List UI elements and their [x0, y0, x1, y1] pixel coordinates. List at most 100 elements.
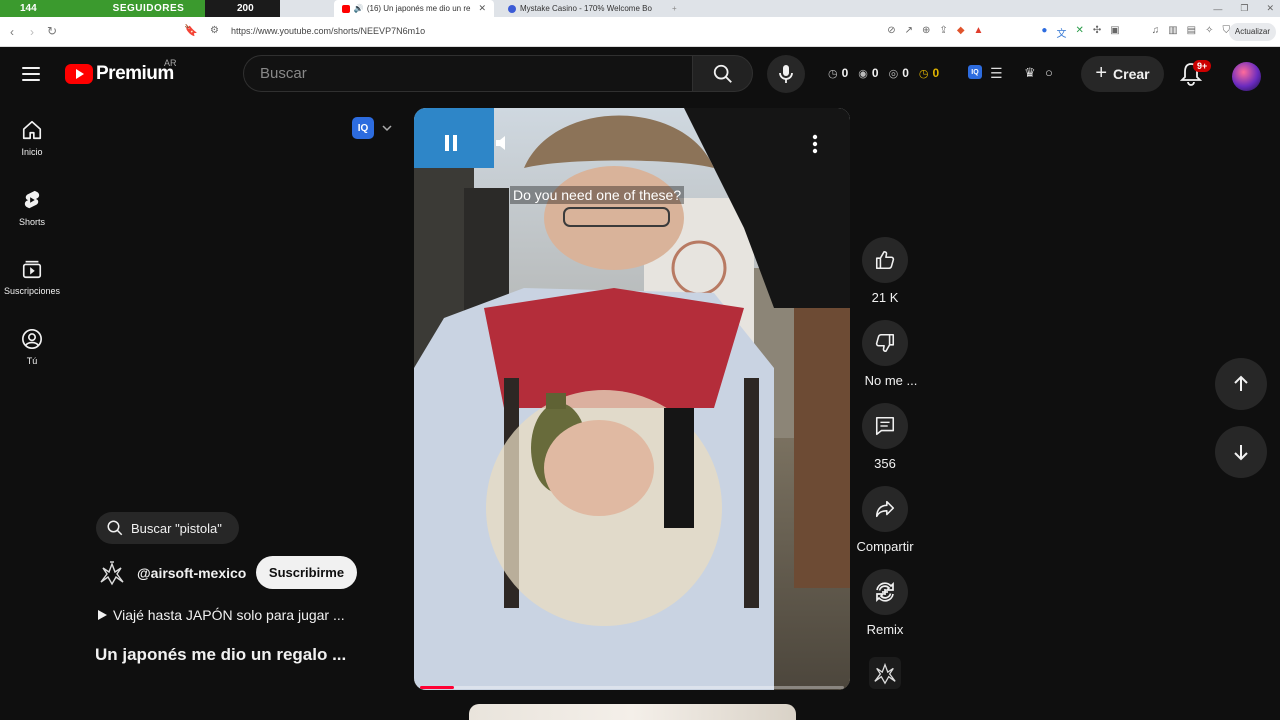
- more-options-icon[interactable]: [812, 134, 818, 159]
- tab-mystake[interactable]: Mystake Casino - 170% Welcome Bo: [500, 0, 660, 17]
- maximize-icon[interactable]: ❐: [1240, 3, 1248, 14]
- close-window-icon[interactable]: ✕: [1266, 3, 1274, 14]
- short-video-player[interactable]: Do you need one of these?: [414, 108, 850, 690]
- queue-list-icon[interactable]: ☰: [990, 65, 1003, 82]
- chat-bubble-icon[interactable]: ○: [1045, 65, 1053, 80]
- eye-icon: ◉: [858, 67, 868, 80]
- create-label: Crear: [1113, 66, 1150, 82]
- next-short-preview[interactable]: [469, 704, 796, 720]
- translate-icon[interactable]: 文: [1056, 25, 1066, 40]
- sidebar-item-inicio[interactable]: Inicio: [0, 119, 64, 157]
- update-button[interactable]: Actualizar: [1228, 23, 1276, 41]
- tab-youtube[interactable]: 🔊 (16) Un japonés me dio un re ✕: [334, 0, 494, 17]
- original-sound-thumbnail[interactable]: [869, 657, 901, 689]
- search-button[interactable]: [692, 55, 753, 92]
- menu-icon[interactable]: [22, 67, 40, 81]
- camera-off-icon[interactable]: ⊘: [887, 25, 895, 40]
- voice-search-button[interactable]: [767, 55, 805, 93]
- youtube-premium-logo[interactable]: Premium AR: [65, 58, 177, 85]
- sidebar-item-tu[interactable]: Tú: [0, 328, 64, 366]
- gold-clock-icon: ◷: [918, 67, 929, 80]
- channel-name[interactable]: @airsoft-mexico: [137, 565, 246, 581]
- dislike-button[interactable]: [862, 320, 908, 366]
- share-icon[interactable]: ⇪: [939, 25, 947, 40]
- subscribe-button[interactable]: Suscribirme: [256, 556, 357, 589]
- sidebar-item-label: Shorts: [18, 217, 45, 227]
- video-progress-fill: [420, 686, 454, 689]
- share-arrow-icon: [875, 500, 895, 518]
- url-text[interactable]: https://www.youtube.com/shorts/NEEVP7N6m…: [231, 26, 425, 36]
- tab-title: Mystake Casino - 170% Welcome Bo: [520, 4, 652, 13]
- like-button[interactable]: [862, 237, 908, 283]
- channel-row: @airsoft-mexico: [96, 557, 246, 589]
- back-icon[interactable]: ‹: [2, 25, 22, 39]
- comments-button[interactable]: [862, 403, 908, 449]
- screenshot-icon[interactable]: ▣: [1110, 25, 1119, 40]
- share-button[interactable]: [862, 486, 908, 532]
- sidebar-toggle-icon[interactable]: ▥: [1168, 25, 1177, 40]
- sidebar-item-shorts[interactable]: Shorts: [0, 189, 64, 227]
- minimize-icon[interactable]: —: [1213, 4, 1222, 14]
- tab-title: (16) Un japonés me dio un re: [366, 4, 471, 13]
- logo-text: Premium: [96, 63, 174, 84]
- leo-icon[interactable]: ✧: [1205, 25, 1213, 40]
- forward-icon[interactable]: ›: [22, 25, 42, 39]
- new-tab-button[interactable]: +: [664, 0, 684, 17]
- shorts-icon: [24, 190, 40, 209]
- stat-gold-clock: ◷ 0: [919, 66, 939, 80]
- next-short-button[interactable]: [1215, 426, 1267, 478]
- puzzle-icon[interactable]: ✣: [1093, 25, 1101, 40]
- media-icon[interactable]: ♫: [1152, 25, 1160, 40]
- extension-icons: ⊘ ↗ ⊕ ⇪ ◆ ▲ ● 文 ✕ ✣ ▣ ♫ ▥ ▤ ✧ ⛉: [887, 25, 1230, 40]
- search-icon: [107, 520, 123, 536]
- search-suggestion-chip[interactable]: Buscar "pistola": [96, 512, 239, 544]
- short-title[interactable]: Un japonés me dio un regalo ...: [95, 645, 346, 665]
- create-button[interactable]: + Crear: [1081, 56, 1164, 92]
- extension-green-icon[interactable]: ✕: [1075, 25, 1083, 40]
- wallet-icon[interactable]: ▤: [1187, 25, 1196, 40]
- stat-value: 0: [932, 66, 940, 80]
- stat-value: 0: [902, 66, 909, 80]
- volume-icon[interactable]: [494, 134, 512, 157]
- youtube-play-icon: [65, 64, 93, 84]
- audio-playing-icon: 🔊: [353, 4, 364, 13]
- sidebar-item-suscripciones[interactable]: Suscripciones: [0, 258, 64, 296]
- thumbs-up-icon: [875, 250, 895, 270]
- pause-icon[interactable]: [444, 134, 458, 157]
- related-video-link[interactable]: Viajé hasta JAPÓN solo para jugar ...: [98, 607, 345, 623]
- remix-icon: [876, 581, 894, 603]
- stat-views-outline: ◎ 0: [889, 66, 909, 80]
- tab-close-icon[interactable]: ✕: [478, 3, 486, 14]
- play-triangle-icon: [98, 610, 107, 620]
- thumbs-down-icon: [875, 333, 895, 353]
- arrow-up-icon: [1234, 375, 1248, 391]
- dislike-action: No me ...: [856, 320, 917, 388]
- related-video-title: Viajé hasta JAPÓN solo para jugar ...: [113, 607, 345, 623]
- iq-extension-button[interactable]: IQ: [968, 65, 982, 79]
- trophy-icon[interactable]: ♛: [1024, 65, 1036, 81]
- iq-icon: IQ: [968, 65, 982, 79]
- iq-dropdown[interactable]: IQ: [352, 117, 392, 139]
- reload-icon[interactable]: ↻: [42, 24, 62, 38]
- remix-button[interactable]: [862, 569, 908, 615]
- search-input[interactable]: [260, 65, 693, 82]
- site-info-icon[interactable]: ⚙: [210, 25, 219, 36]
- bookmark-icon[interactable]: 🔖: [184, 24, 198, 37]
- plus-icon: +: [1095, 61, 1108, 84]
- youtube-favicon-icon: [342, 4, 350, 13]
- zoom-icon[interactable]: ⊕: [922, 25, 930, 40]
- like-action: 21 K: [856, 237, 914, 305]
- channel-avatar[interactable]: [96, 557, 128, 589]
- video-progress-bar[interactable]: [420, 686, 844, 689]
- site-favicon-icon: [508, 4, 516, 13]
- previous-short-button[interactable]: [1215, 358, 1267, 410]
- brave-shield-icon[interactable]: ◆: [957, 25, 965, 40]
- sidebar-item-label: Suscripciones: [3, 286, 61, 296]
- account-avatar[interactable]: [1232, 62, 1261, 91]
- address-bar: ‹ › ↻ 🔖 ⚙ https://www.youtube.com/shorts…: [0, 17, 1280, 47]
- extension-blue-icon[interactable]: ●: [1041, 25, 1047, 40]
- open-external-icon[interactable]: ↗: [905, 25, 913, 40]
- share-label: Compartir: [856, 539, 914, 554]
- extension-stats: ◷ 0 ◉ 0 ◎ 0 ◷ 0: [828, 66, 943, 80]
- brave-rewards-icon[interactable]: ▲: [974, 25, 984, 40]
